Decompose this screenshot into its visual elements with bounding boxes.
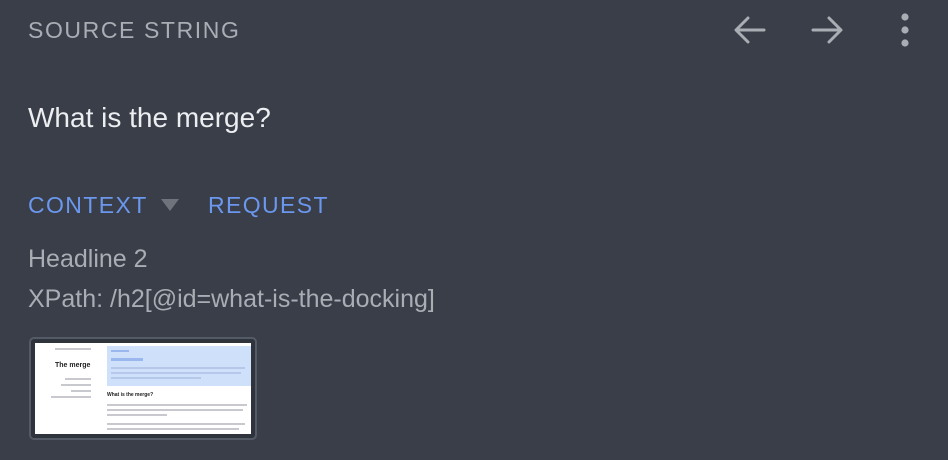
thumb-nav-line xyxy=(61,384,91,386)
more-vertical-icon xyxy=(901,13,909,47)
thumb-highlight-block xyxy=(107,346,251,386)
thumbnail-image: The merge What is the merge? xyxy=(35,343,251,434)
section-label: SOURCE STRING xyxy=(28,17,241,43)
thumb-heading: What is the merge? xyxy=(107,392,154,398)
arrow-left-icon xyxy=(734,16,766,44)
source-string-text: What is the merge? xyxy=(28,102,271,133)
thumb-highlight-line xyxy=(111,358,143,361)
thumb-body-line xyxy=(107,404,247,406)
tab-context[interactable]: CONTEXT xyxy=(28,192,148,219)
thumb-breadcrumb xyxy=(55,348,91,350)
arrow-right-icon xyxy=(811,16,843,44)
thumb-highlight-line xyxy=(111,372,241,374)
xpath-text: XPath: /h2[@id=what-is-the-docking] xyxy=(28,285,435,313)
thumb-page-title: The merge xyxy=(55,362,91,369)
thumb-body-line xyxy=(107,414,167,416)
screenshot-thumbnail[interactable]: The merge What is the merge? xyxy=(29,337,257,440)
thumb-body-line xyxy=(107,423,245,425)
panel-header: SOURCE STRING xyxy=(28,13,920,47)
thumb-body-line xyxy=(107,428,239,430)
tab-request[interactable]: REQUEST xyxy=(208,192,329,219)
thumb-highlight-line xyxy=(111,350,129,352)
context-type: Headline 2 xyxy=(28,245,148,273)
thumb-nav-line xyxy=(51,396,91,398)
caret-down-icon[interactable] xyxy=(160,198,180,212)
previous-button[interactable] xyxy=(730,12,770,48)
next-button[interactable] xyxy=(807,12,847,48)
thumb-nav-line xyxy=(71,390,91,392)
thumb-body-line xyxy=(107,409,243,411)
thumb-highlight-line xyxy=(111,367,245,369)
thumb-nav-line xyxy=(65,378,91,380)
thumb-highlight-line xyxy=(111,377,201,379)
more-options-button[interactable] xyxy=(885,12,925,48)
